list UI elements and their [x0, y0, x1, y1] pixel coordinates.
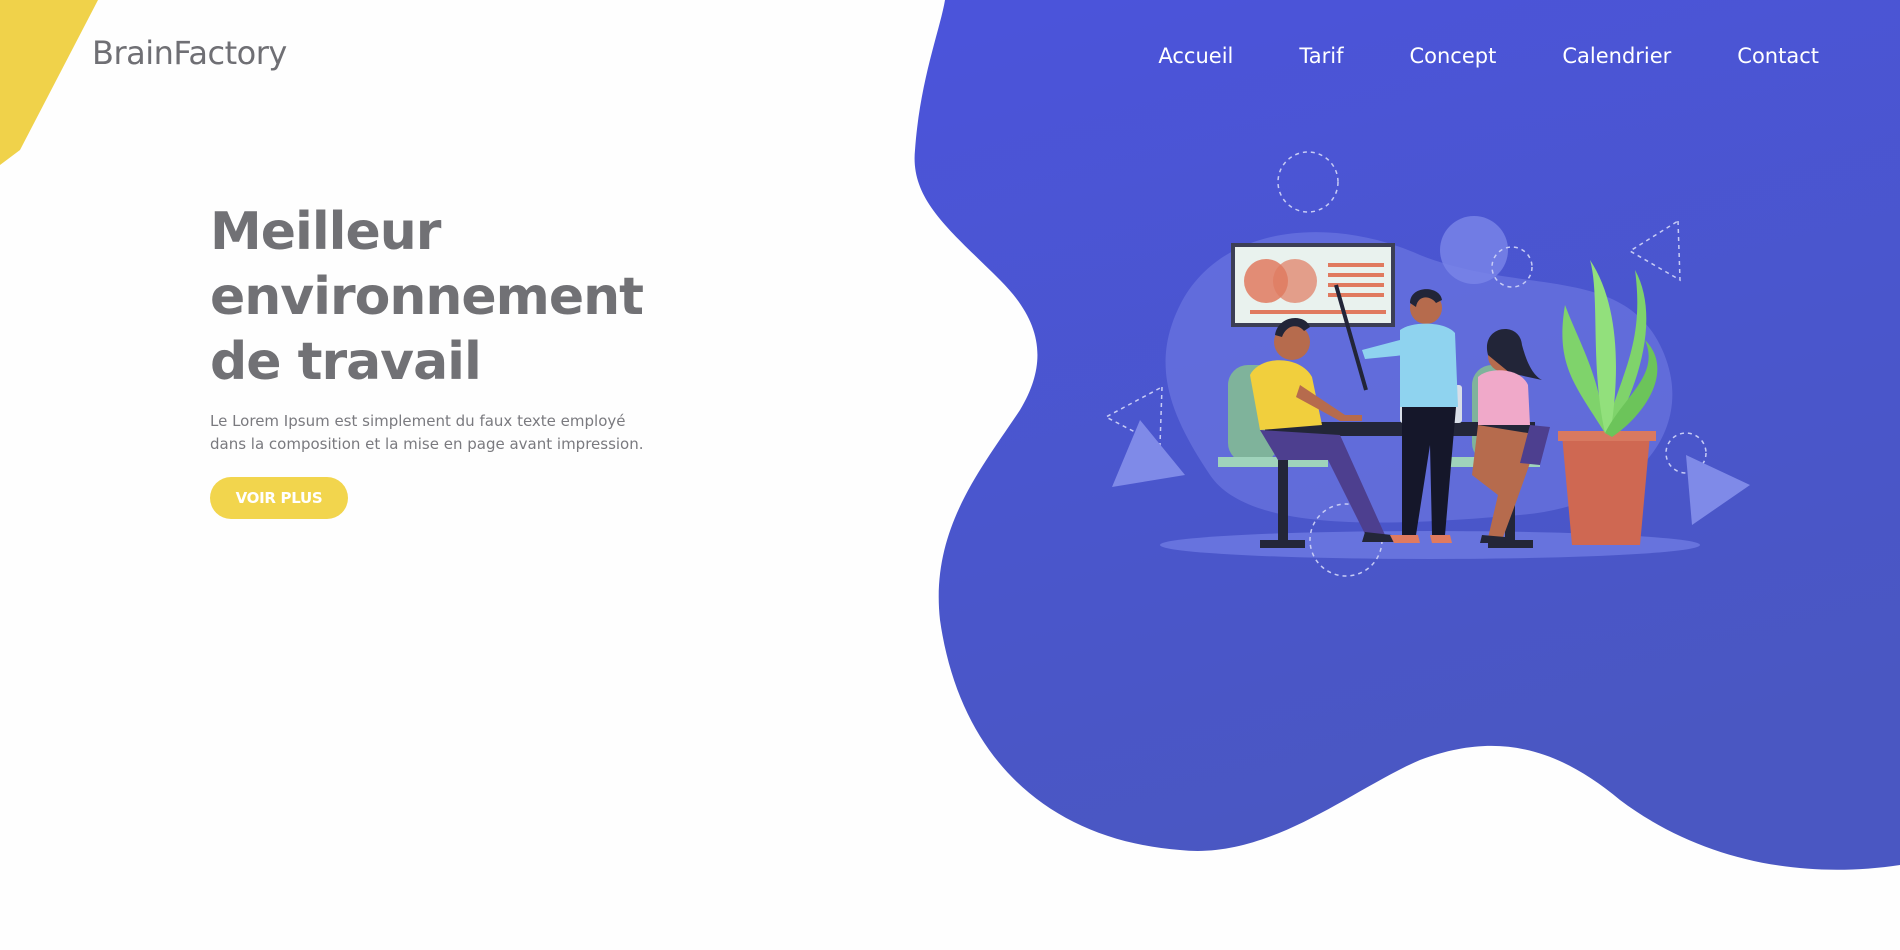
nav-item-calendrier[interactable]: Calendrier — [1562, 44, 1671, 68]
hero-description-line: Le Lorem Ipsum est simplement du faux te… — [210, 412, 626, 430]
nav-item-tarif[interactable]: Tarif — [1299, 44, 1343, 68]
nav-item-accueil[interactable]: Accueil — [1158, 44, 1233, 68]
hero-title-line: Meilleur — [210, 202, 441, 262]
hero-description-line: dans la composition et la mise en page a… — [210, 435, 644, 453]
hero-title-line: de travail — [210, 332, 482, 392]
hero-title: Meilleur environnement de travail — [210, 200, 710, 395]
hero-title-line: environnement — [210, 267, 644, 327]
nav-item-concept[interactable]: Concept — [1409, 44, 1496, 68]
team-meeting-illustration — [1104, 151, 1750, 577]
voir-plus-button[interactable]: VOIR PLUS — [210, 477, 348, 519]
landing-page: BrainFactory Accueil Tarif Concept Calen… — [0, 0, 1900, 950]
main-nav: Accueil Tarif Concept Calendrier Contact — [1158, 44, 1819, 68]
brand-logo[interactable]: BrainFactory — [92, 34, 287, 72]
hero-description: Le Lorem Ipsum est simplement du faux te… — [210, 410, 680, 456]
nav-item-contact[interactable]: Contact — [1737, 44, 1819, 68]
